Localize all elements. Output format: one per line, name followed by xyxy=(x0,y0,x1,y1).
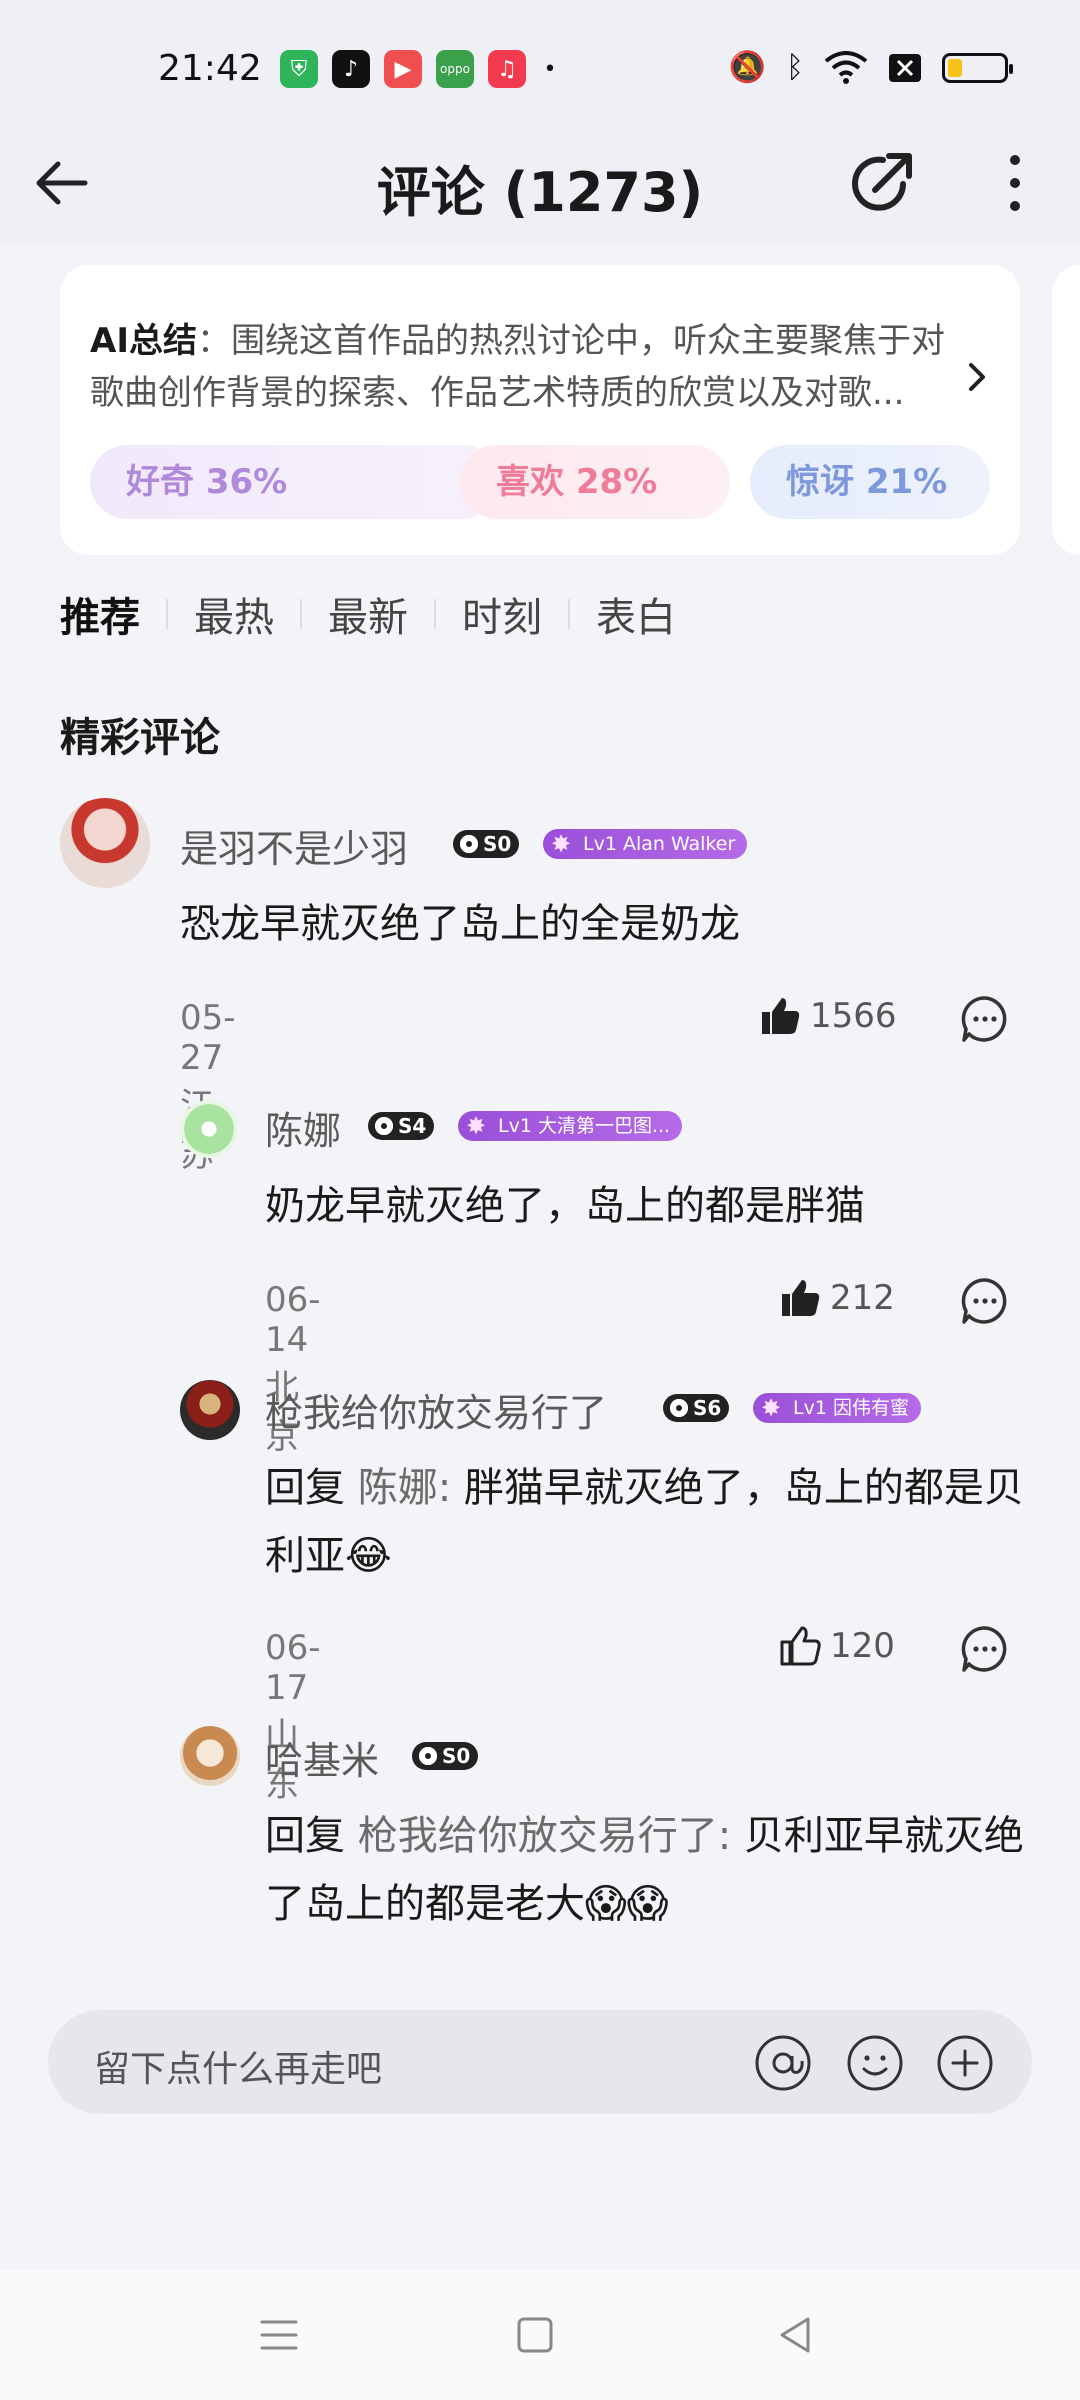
s-level-badge: S6 xyxy=(663,1394,730,1422)
reply-target[interactable]: 枪我给你放交易行了: xyxy=(345,1813,744,1859)
tab-divider xyxy=(300,599,302,629)
ai-summary-text: AI总结：围绕这首作品的热烈讨论中，听众主要聚焦于对歌曲创作背景的探索、作品艺术… xyxy=(90,315,950,419)
reply-bubble-icon[interactable] xyxy=(960,1276,1010,1326)
menu-icon[interactable] xyxy=(254,2310,304,2360)
comment-input-placeholder[interactable]: 留下点什么再走吧 xyxy=(94,2040,382,2092)
like-button[interactable]: 120 xyxy=(778,1624,895,1668)
comment-username[interactable]: 哈基米 xyxy=(265,1730,379,1785)
more-options-icon[interactable] xyxy=(995,148,1035,218)
s-level-badge: S0 xyxy=(453,830,520,858)
avatar[interactable] xyxy=(60,798,150,888)
tab-moments[interactable]: 时刻 xyxy=(462,585,542,643)
shield-app-icon: ⛨ xyxy=(280,50,318,88)
lv-badge[interactable]: Lv1 大清第一巴图... xyxy=(458,1111,683,1141)
avatar[interactable] xyxy=(180,1726,240,1786)
emotion-chip-like[interactable]: 喜欢 28% xyxy=(460,445,730,519)
s-level-badge: S4 xyxy=(368,1112,435,1140)
home-square-icon[interactable] xyxy=(510,2310,560,2360)
like-button[interactable]: 212 xyxy=(778,1276,895,1320)
ai-summary-card[interactable]: AI总结：围绕这首作品的热烈讨论中，听众主要聚焦于对歌曲创作背景的探索、作品艺术… xyxy=(60,265,1020,555)
reply-target[interactable]: 陈娜: xyxy=(345,1465,464,1511)
emotion-chip-surprise[interactable]: 惊讶 21% xyxy=(750,445,990,519)
back-triangle-icon[interactable] xyxy=(770,2310,820,2360)
tab-divider xyxy=(434,599,436,629)
tab-confession[interactable]: 表白 xyxy=(596,585,676,643)
reply-prefix: 回复 xyxy=(265,1813,345,1859)
status-bar: 21:42 ⛨ ♪ ▶ oppo ♫ • 🔕 ᛒ xyxy=(0,0,1080,130)
ai-summary-label: AI总结 xyxy=(90,321,197,361)
oppo-app-icon: oppo xyxy=(436,50,474,88)
sort-tabs: 推荐 最热 最新 时刻 表白 xyxy=(60,585,676,643)
plus-icon[interactable] xyxy=(936,2034,994,2092)
music-app-icon: ♫ xyxy=(488,50,526,88)
comment-input-bar[interactable]: 留下点什么再走吧 xyxy=(48,2010,1032,2114)
no-sim-icon xyxy=(889,53,921,82)
comment-text: 恐龙早就灭绝了岛上的全是奶龙 xyxy=(180,901,740,947)
tab-hottest[interactable]: 最热 xyxy=(194,585,274,643)
next-card-peek[interactable] xyxy=(1052,265,1080,555)
comment-text: 回复 枪我给你放交易行了: 贝利亚早就灭绝了岛上的都是老大😱😱 xyxy=(265,1802,1025,1938)
emoji-icon[interactable] xyxy=(846,2034,904,2092)
like-count: 120 xyxy=(830,1626,895,1666)
wifi-icon xyxy=(824,50,868,84)
chevron-right-icon[interactable] xyxy=(962,357,992,397)
avatar[interactable] xyxy=(180,1380,240,1440)
avatar[interactable] xyxy=(180,1100,238,1158)
like-count: 212 xyxy=(830,1278,895,1318)
comment-username[interactable]: 是羽不是少羽 xyxy=(180,818,408,873)
reply-prefix: 回复 xyxy=(265,1465,345,1511)
mention-at-icon[interactable] xyxy=(754,2034,812,2092)
tab-divider xyxy=(568,599,570,629)
reply-bubble-icon[interactable] xyxy=(960,1624,1010,1674)
tab-divider xyxy=(166,599,168,629)
battery-icon xyxy=(942,52,1013,83)
system-icons: 🔕 ᛒ xyxy=(728,50,1013,85)
thumbs-up-filled-icon xyxy=(762,998,800,1034)
comment-text: 回复 陈娜: 胖猫早就灭绝了，岛上的都是贝利亚😂 xyxy=(265,1454,1025,1590)
tiktok-app-icon: ♪ xyxy=(332,50,370,88)
tab-newest[interactable]: 最新 xyxy=(328,585,408,643)
status-time: 21:42 xyxy=(158,48,262,89)
lv-badge[interactable]: Lv1 因伟有蜜 xyxy=(753,1393,921,1423)
thumbs-up-outline-icon xyxy=(780,1626,821,1666)
lv-badge[interactable]: Lv1 Alan Walker xyxy=(543,829,748,859)
reply-bubble-icon[interactable] xyxy=(960,994,1010,1044)
mute-icon: 🔕 xyxy=(728,50,766,85)
comment-username[interactable]: 枪我给你放交易行了 xyxy=(265,1382,607,1437)
share-icon[interactable] xyxy=(845,144,921,220)
video-app-icon: ▶ xyxy=(384,50,422,88)
s-level-badge: S0 xyxy=(412,1742,479,1770)
notification-icons: ⛨ ♪ ▶ oppo ♫ • xyxy=(280,50,560,88)
tab-recommended[interactable]: 推荐 xyxy=(60,585,140,643)
thumbs-up-filled-icon xyxy=(782,1280,820,1316)
comment-text: 奶龙早就灭绝了，岛上的都是胖猫 xyxy=(265,1183,865,1229)
comment-username[interactable]: 陈娜 xyxy=(265,1100,341,1155)
like-count: 1566 xyxy=(810,996,897,1036)
emotion-chip-curious[interactable]: 好奇 36% xyxy=(90,445,500,519)
like-button[interactable]: 1566 xyxy=(758,994,897,1038)
bluetooth-icon: ᛒ xyxy=(786,50,804,85)
system-navigation-bar xyxy=(0,2270,1080,2400)
section-title: 精彩评论 xyxy=(60,715,220,761)
header-bar: 评论 (1273) xyxy=(0,130,1080,245)
more-notifications-dot-icon: • xyxy=(543,56,557,82)
ai-summary-body: ：围绕这首作品的热烈讨论中，听众主要聚焦于对歌曲创作背景的探索、作品艺术特质的欣… xyxy=(90,321,945,413)
